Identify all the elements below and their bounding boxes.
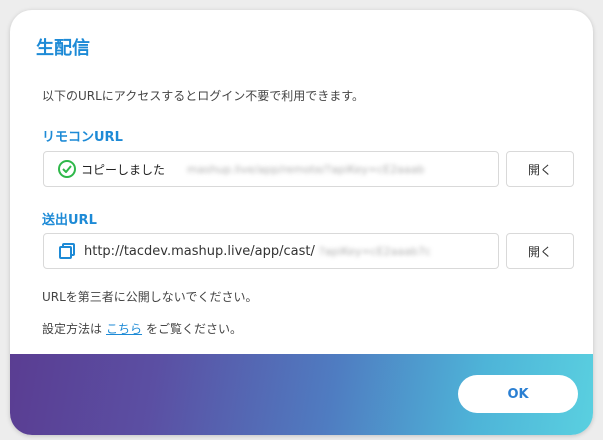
cast-open-button[interactable]: 開く: [506, 233, 574, 269]
copy-icon[interactable]: [58, 242, 76, 260]
remote-url-field[interactable]: コピーしました mashup.live/app/remote/?apiKey=c…: [43, 151, 499, 187]
dialog-description: 以下のURLにアクセスするとログイン不要で利用できます。: [42, 89, 365, 103]
howto-prefix: 設定方法は: [42, 322, 103, 336]
remote-open-button[interactable]: 開く: [506, 151, 574, 187]
howto-note: 設定方法は こちら をご覧ください。: [42, 320, 242, 337]
warning-note: URLを第三者に公開しないでください。: [42, 290, 258, 304]
remote-url-label: リモコンURL: [42, 130, 123, 145]
cast-url-blurred: ?apiKey=cE2aaab7c: [318, 244, 431, 258]
check-circle-icon: [58, 160, 76, 178]
copied-message: コピーしました: [81, 162, 166, 177]
cast-url-text: http://tacdev.mashup.live/app/cast/: [84, 243, 315, 259]
remote-url-text: mashup.live/app/remote/?apiKey=cE2aaab: [187, 162, 425, 176]
howto-suffix: をご覧ください。: [146, 322, 243, 336]
cast-url-label: 送出URL: [42, 213, 97, 228]
howto-link[interactable]: こちら: [106, 322, 142, 336]
dialog-title: 生配信: [36, 38, 90, 59]
dialog: 生配信 以下のURLにアクセスするとログイン不要で利用できます。 リモコンURL…: [10, 10, 593, 435]
cast-url-field[interactable]: http://tacdev.mashup.live/app/cast/ ?api…: [43, 233, 499, 269]
ok-button[interactable]: OK: [458, 375, 578, 413]
